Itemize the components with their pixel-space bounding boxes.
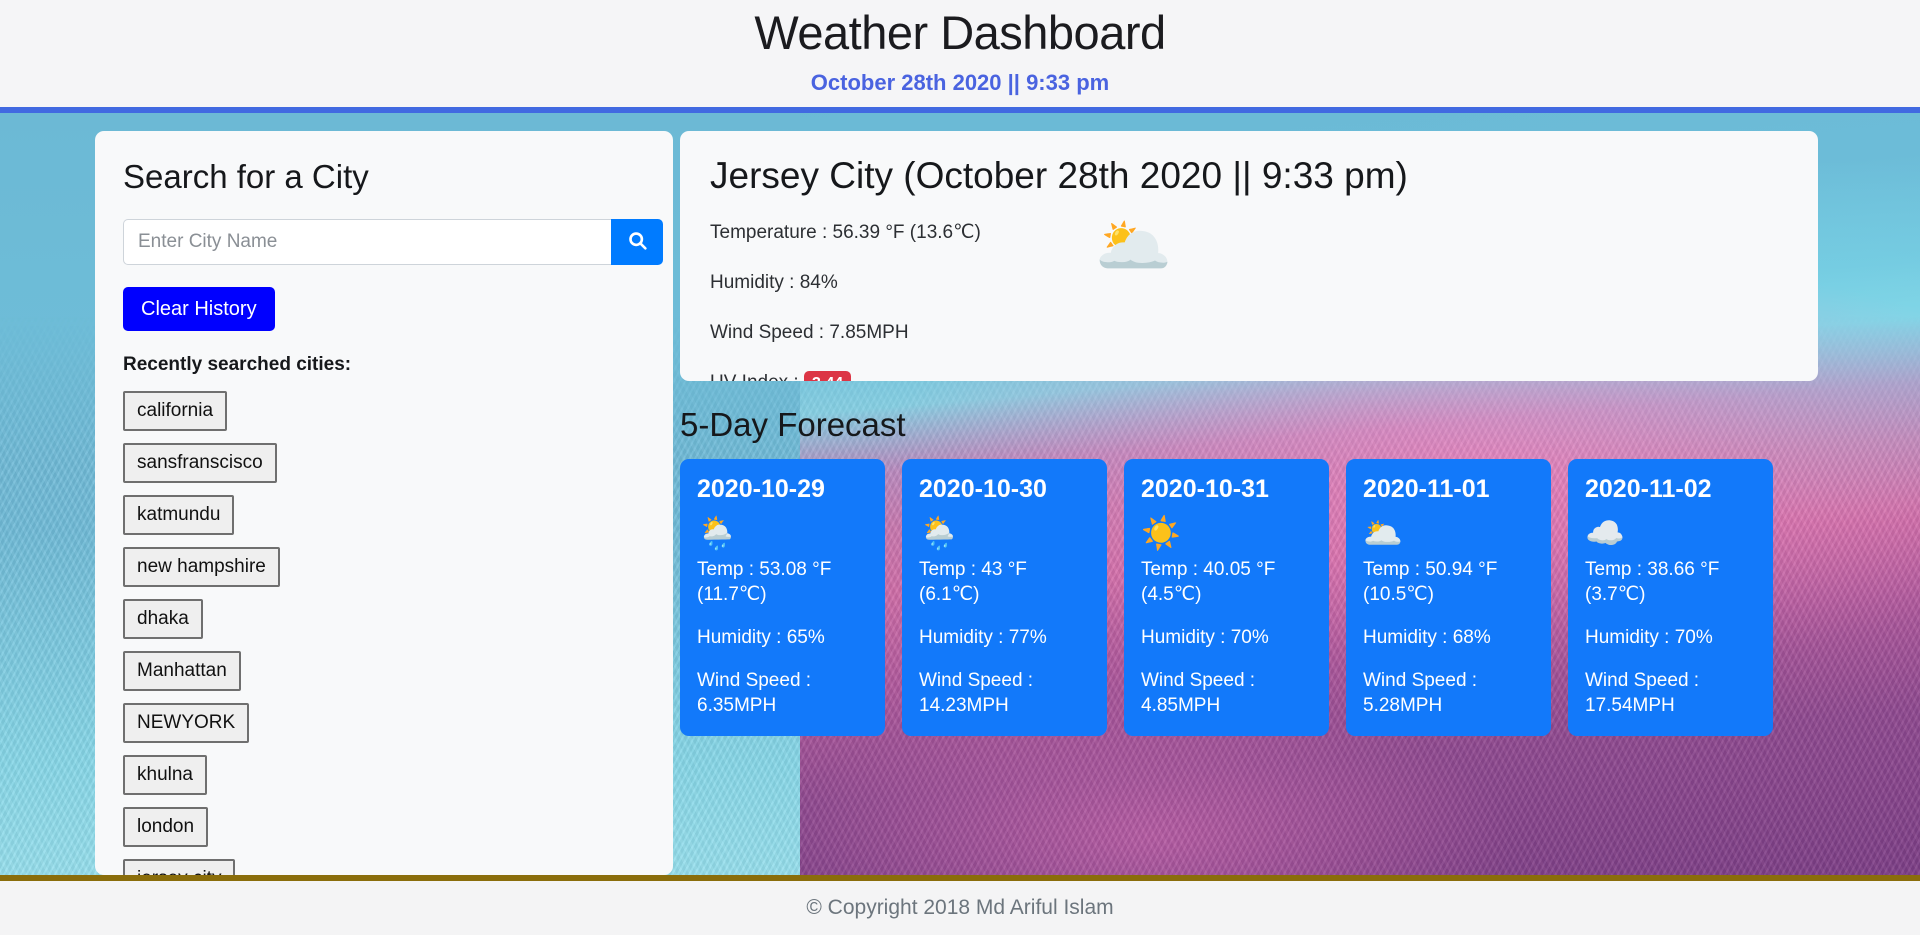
- cloud-icon: ☁️: [1585, 515, 1625, 551]
- forecast-card: 2020-10-31 ☀️ Temp : 40.05 °F (4.5℃) Hum…: [1124, 459, 1329, 736]
- weather-dashboard-page: Weather Dashboard October 28th 2020 || 9…: [0, 0, 1920, 935]
- forecast-temp: Temp : 40.05 °F (4.5℃): [1141, 559, 1276, 605]
- current-city-title: Jersey City (October 28th 2020 || 9:33 p…: [710, 155, 1408, 196]
- main-content: Search for a City Clear History Recently: [0, 113, 1920, 875]
- forecast-temp: Temp : 38.66 °F (3.7℃): [1585, 559, 1720, 605]
- history-item[interactable]: katmundu: [123, 495, 235, 535]
- current-humidity: Humidity : 84%: [710, 272, 838, 293]
- forecast-card: 2020-10-29 🌦️ Temp : 53.08 °F (11.7℃) Hu…: [680, 459, 885, 736]
- search-icon: [627, 230, 648, 254]
- forecast-temp: Temp : 50.94 °F (10.5℃): [1363, 559, 1498, 605]
- forecast-humidity: Humidity : 70%: [1141, 627, 1269, 648]
- history-item[interactable]: london: [123, 807, 209, 847]
- forecast-temp: Temp : 43 °F (6.1℃): [919, 559, 1027, 605]
- forecast-wind: Wind Speed : 5.28MPH: [1363, 670, 1478, 716]
- current-weather-card: Jersey City (October 28th 2020 || 9:33 p…: [680, 131, 1818, 381]
- sun-behind-rain-cloud-icon: 🌦️: [919, 515, 959, 551]
- history-item[interactable]: khulna: [123, 755, 207, 795]
- history-item[interactable]: Manhattan: [123, 651, 241, 691]
- current-uv-index-row: UV-Index : 3.44: [710, 371, 1788, 381]
- right-column: Jersey City (October 28th 2020 || 9:33 p…: [680, 131, 1818, 736]
- page-title: Weather Dashboard: [754, 6, 1166, 59]
- forecast-temp: Temp : 53.08 °F (11.7℃): [697, 559, 832, 605]
- forecast-wind: Wind Speed : 6.35MPH: [697, 670, 812, 716]
- history-item[interactable]: NEWYORK: [123, 703, 250, 743]
- forecast-section-title: 5-Day Forecast: [680, 406, 906, 443]
- history-label: Recently searched cities:: [123, 354, 352, 375]
- forecast-wind: Wind Speed : 4.85MPH: [1141, 670, 1256, 716]
- forecast-row: 2020-10-29 🌦️ Temp : 53.08 °F (11.7℃) Hu…: [680, 459, 1818, 736]
- broken-clouds-icon: 🌥️: [1095, 212, 1173, 281]
- clear-history-button[interactable]: Clear History: [123, 287, 275, 331]
- current-temperature: Temperature : 56.39 °F (13.6℃): [710, 222, 981, 243]
- forecast-humidity: Humidity : 77%: [919, 627, 1047, 648]
- forecast-humidity: Humidity : 70%: [1585, 627, 1713, 648]
- forecast-date: 2020-11-02: [1585, 475, 1712, 503]
- history-item[interactable]: new hampshire: [123, 547, 280, 587]
- search-input[interactable]: [123, 219, 611, 265]
- sun-behind-rain-cloud-icon: 🌦️: [697, 515, 737, 551]
- uv-index-badge: 3.44: [804, 371, 852, 381]
- forecast-date: 2020-10-30: [919, 475, 1047, 503]
- search-button[interactable]: [611, 219, 663, 265]
- history-item[interactable]: dhaka: [123, 599, 203, 639]
- forecast-humidity: Humidity : 65%: [697, 627, 825, 648]
- copyright-text: © Copyright 2018 Md Ariful Islam: [806, 896, 1114, 919]
- forecast-card: 2020-10-30 🌦️ Temp : 43 °F (6.1℃) Humidi…: [902, 459, 1107, 736]
- history-item[interactable]: california: [123, 391, 228, 431]
- search-panel: Search for a City Clear History Recently: [95, 131, 673, 875]
- content-row: Search for a City Clear History Recently: [0, 113, 1920, 875]
- page-footer: © Copyright 2018 Md Ariful Islam: [0, 875, 1920, 935]
- history-item[interactable]: sansfranscisco: [123, 443, 277, 483]
- forecast-card: 2020-11-01 🌥️ Temp : 50.94 °F (10.5℃) Hu…: [1346, 459, 1551, 736]
- forecast-date: 2020-10-31: [1141, 475, 1269, 503]
- header-datetime: October 28th 2020 || 9:33 pm: [810, 70, 1110, 95]
- search-input-group: [123, 219, 663, 265]
- forecast-wind: Wind Speed : 17.54MPH: [1585, 670, 1700, 716]
- search-panel-title: Search for a City: [123, 158, 369, 195]
- sun-icon: ☀️: [1141, 515, 1181, 551]
- current-wind-speed: Wind Speed : 7.85MPH: [710, 322, 909, 343]
- forecast-wind: Wind Speed : 14.23MPH: [919, 670, 1034, 716]
- forecast-date: 2020-11-01: [1363, 475, 1490, 503]
- page-header: Weather Dashboard October 28th 2020 || 9…: [0, 0, 1920, 113]
- history-list: california sansfranscisco katmundu new h…: [123, 391, 645, 875]
- forecast-humidity: Humidity : 68%: [1363, 627, 1491, 648]
- forecast-card: 2020-11-02 ☁️ Temp : 38.66 °F (3.7℃) Hum…: [1568, 459, 1773, 736]
- uv-index-label: UV-Index :: [710, 372, 799, 381]
- history-item[interactable]: jersey city: [123, 859, 236, 875]
- broken-clouds-icon: 🌥️: [1363, 515, 1403, 551]
- forecast-date: 2020-10-29: [697, 475, 825, 503]
